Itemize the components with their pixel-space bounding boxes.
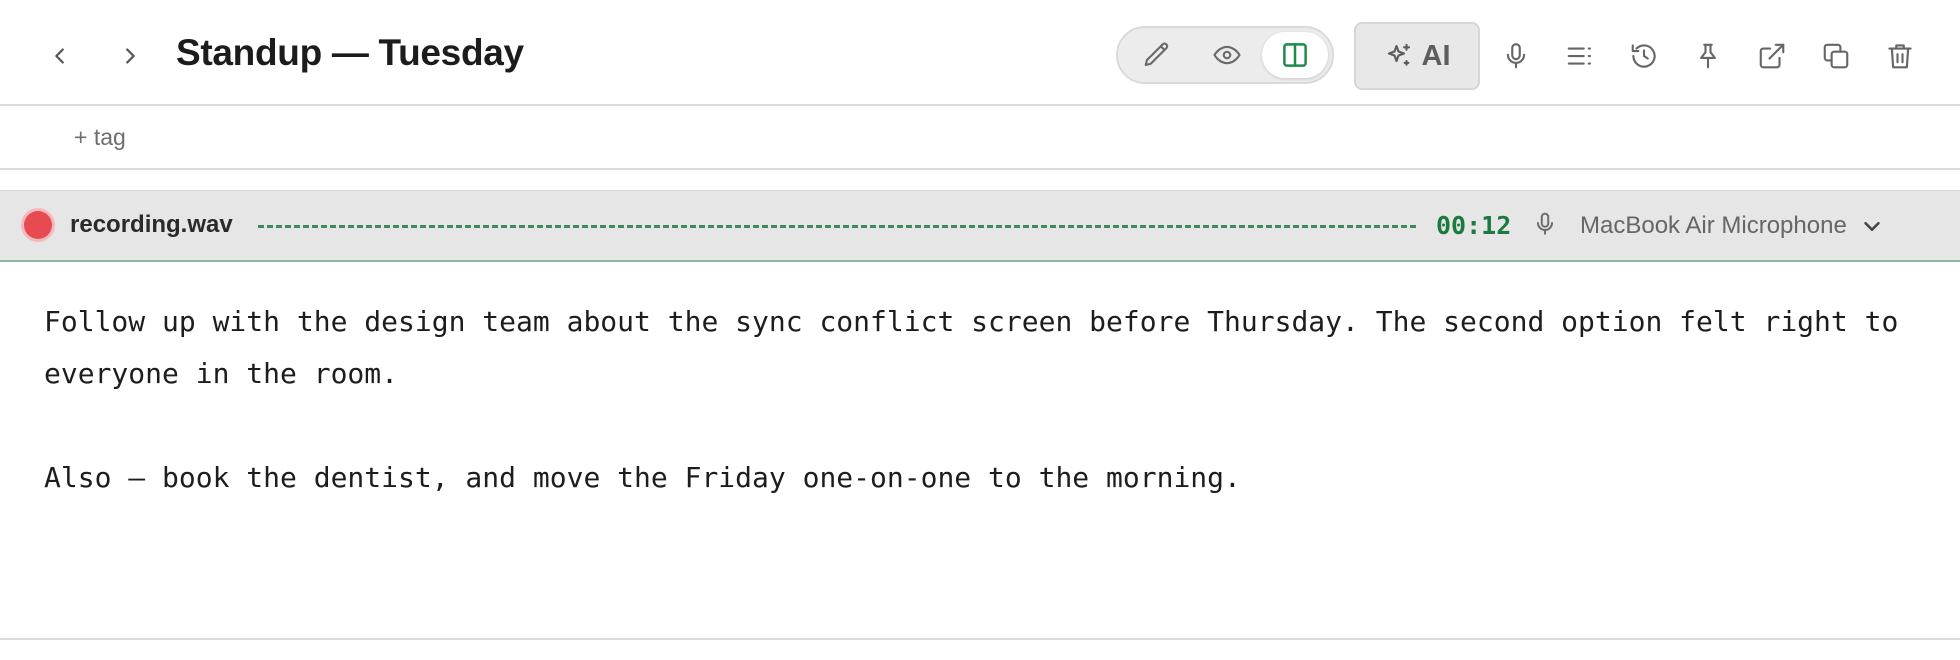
note-editor[interactable]: Follow up with the design team about the… (0, 264, 1960, 640)
open-external-button[interactable] (1748, 32, 1796, 80)
preview-mode-button[interactable] (1194, 32, 1260, 78)
duplicate-icon (1821, 41, 1851, 71)
eye-icon (1212, 40, 1242, 70)
note-header: Standup — Tuesday AI (0, 0, 1960, 106)
note-title[interactable]: Standup — Tuesday (176, 32, 524, 74)
view-mode-toggle (1116, 26, 1334, 84)
editor-paragraph[interactable]: Also — book the dentist, and move the Fr… (44, 452, 1924, 504)
chevron-right-icon (119, 45, 141, 67)
recording-elapsed-time: 00:12 (1436, 211, 1512, 240)
record-stop-button[interactable] (24, 211, 52, 239)
back-button[interactable] (34, 34, 86, 78)
ai-button-label: AI (1421, 39, 1451, 72)
outline-button[interactable] (1556, 32, 1604, 80)
pin-icon (1693, 41, 1723, 71)
external-link-icon (1757, 41, 1787, 71)
forward-button[interactable] (104, 34, 156, 78)
trash-icon (1885, 41, 1915, 71)
history-button[interactable] (1620, 32, 1668, 80)
add-tag-button[interactable]: + tag (74, 124, 126, 151)
pin-button[interactable] (1684, 32, 1732, 80)
edit-mode-button[interactable] (1124, 32, 1190, 78)
pencil-icon (1142, 40, 1172, 70)
microphone-icon (1532, 211, 1558, 237)
duplicate-button[interactable] (1812, 32, 1860, 80)
split-view-icon (1280, 40, 1310, 70)
microphone-icon (1501, 41, 1531, 71)
history-icon (1629, 41, 1659, 71)
dictation-button[interactable] (1492, 32, 1540, 80)
recording-bar: recording.wav 00:12 MacBook Air Micropho… (0, 190, 1960, 262)
chevron-left-icon (49, 45, 71, 67)
delete-button[interactable] (1876, 32, 1924, 80)
microphone-select[interactable]: MacBook Air Microphone (1580, 207, 1883, 245)
chevron-down-icon (1861, 215, 1883, 237)
editor-paragraph[interactable]: Follow up with the design team about the… (44, 296, 1924, 400)
tag-row: + tag (0, 106, 1960, 170)
outline-icon (1565, 41, 1595, 71)
split-mode-button[interactable] (1262, 32, 1328, 78)
recording-filename: recording.wav (70, 211, 233, 238)
microphone-device-label: MacBook Air Microphone (1580, 212, 1847, 239)
sparkles-icon (1384, 41, 1414, 71)
recording-waveform (258, 225, 1416, 228)
ai-button[interactable]: AI (1354, 22, 1480, 90)
